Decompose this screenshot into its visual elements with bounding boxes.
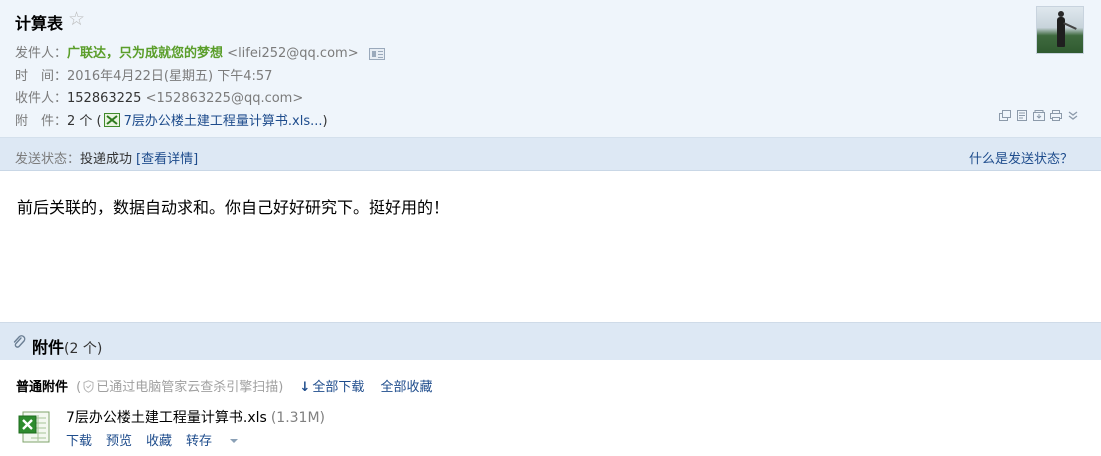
mail-header: 计算表 ☆ 发件人：广联达，只为成就您的梦想 <lifei252@qq.com>… <box>0 0 1101 137</box>
sender-email: <lifei252@qq.com> <box>227 46 359 61</box>
status-help-link[interactable]: 什么是发送状态？ <box>969 148 1073 167</box>
recipient-row: 收件人：152863225 <152863225@qq.com> <box>15 87 303 106</box>
excel-file-icon <box>103 113 120 127</box>
attachment-close: ) <box>322 114 328 129</box>
file-size: (1.31M) <box>270 410 326 426</box>
star-outline-icon[interactable]: ☆ <box>68 8 85 30</box>
scan-close: ) <box>278 380 284 395</box>
send-status-value: 投递成功 <box>80 152 133 167</box>
send-status: 发送状态：投递成功 [查看详情] <box>15 148 198 167</box>
excel-file-icon <box>18 411 50 443</box>
attachment-file-name[interactable]: 7层办公楼土建工程量计算书.xls (1.31M) <box>66 407 325 427</box>
download-button[interactable]: 下载 <box>66 434 92 449</box>
view-details-link[interactable]: [查看详情] <box>136 152 198 167</box>
attachments-header: 附件(2 个) <box>0 322 1101 360</box>
mail-subject: 计算表 <box>15 14 64 33</box>
scan-notice: ( 已通过电脑管家云查杀引擎扫描) <box>76 380 283 395</box>
sender-label: 发件人： <box>15 46 68 61</box>
attachment-label: 附 件： <box>15 114 68 129</box>
scan-text: 已通过电脑管家云查杀引擎扫描 <box>96 380 279 395</box>
shield-icon <box>83 380 94 393</box>
print-icon[interactable] <box>1049 109 1063 122</box>
save-button[interactable]: 收藏 <box>146 434 172 449</box>
sender-avatar[interactable] <box>1036 6 1084 54</box>
contact-card-icon[interactable] <box>368 47 385 60</box>
mail-toolbar <box>998 108 1080 122</box>
download-all-button[interactable]: ↓ 全部下载 <box>299 380 364 395</box>
time-value: 2016年4月22日(星期五) 下午4:57 <box>67 69 273 84</box>
download-all-label: 全部下载 <box>312 380 365 395</box>
save-all-button[interactable]: 全部收藏 <box>381 380 433 395</box>
file-name-text: 7层办公楼土建工程量计算书.xls <box>66 410 267 426</box>
preview-button[interactable]: 预览 <box>106 434 132 449</box>
recipient-email: <152863225@qq.com> <box>145 91 304 106</box>
attachments-count: (2 个) <box>64 341 103 357</box>
attachments-title-text: 附件 <box>32 338 65 357</box>
attachment-row: 附 件：2 个 ( 7层办公楼土建工程量计算书.xls...) <box>15 110 328 129</box>
recipient-name[interactable]: 152863225 <box>67 91 141 106</box>
read-mode-icon[interactable] <box>1015 109 1029 122</box>
attachments-title: 附件(2 个) <box>32 334 102 358</box>
download-arrow-icon: ↓ <box>299 380 311 395</box>
expand-more-icon[interactable] <box>1066 109 1080 122</box>
attachment-kind: 普通附件 <box>16 380 69 395</box>
paperclip-icon <box>13 335 26 348</box>
time-label: 时 间： <box>15 69 68 84</box>
attachment-count: 2 个 ( <box>67 114 102 129</box>
sender-name[interactable]: 广联达，只为成就您的梦想 <box>67 46 223 61</box>
forward-save-label: 转存 <box>186 434 213 449</box>
send-status-bar: 发送状态：投递成功 [查看详情] 什么是发送状态？ <box>0 137 1101 171</box>
attachment-link[interactable]: 7层办公楼土建工程量计算书.xls... <box>124 114 323 129</box>
forward-save-button[interactable]: 转存 <box>186 434 239 449</box>
time-row: 时 间：2016年4月22日(星期五) 下午4:57 <box>15 65 272 84</box>
send-status-label: 发送状态： <box>15 152 81 167</box>
archive-icon[interactable] <box>1032 109 1046 122</box>
new-window-icon[interactable] <box>998 109 1012 122</box>
file-actions: 下载 预览 收藏 转存 <box>66 430 252 449</box>
scan-open: ( <box>76 380 82 395</box>
recipient-label: 收件人： <box>15 91 68 106</box>
chevron-down-icon <box>230 439 239 443</box>
attachments-toolbar: 普通附件 ( 已通过电脑管家云查杀引擎扫描) ↓ 全部下载 全部收藏 <box>16 376 433 395</box>
mail-body: 前后关联的，数据自动求和。你自己好好研究下。挺好用的！ <box>17 198 450 217</box>
sender-row: 发件人：广联达，只为成就您的梦想 <lifei252@qq.com> <box>15 42 385 61</box>
